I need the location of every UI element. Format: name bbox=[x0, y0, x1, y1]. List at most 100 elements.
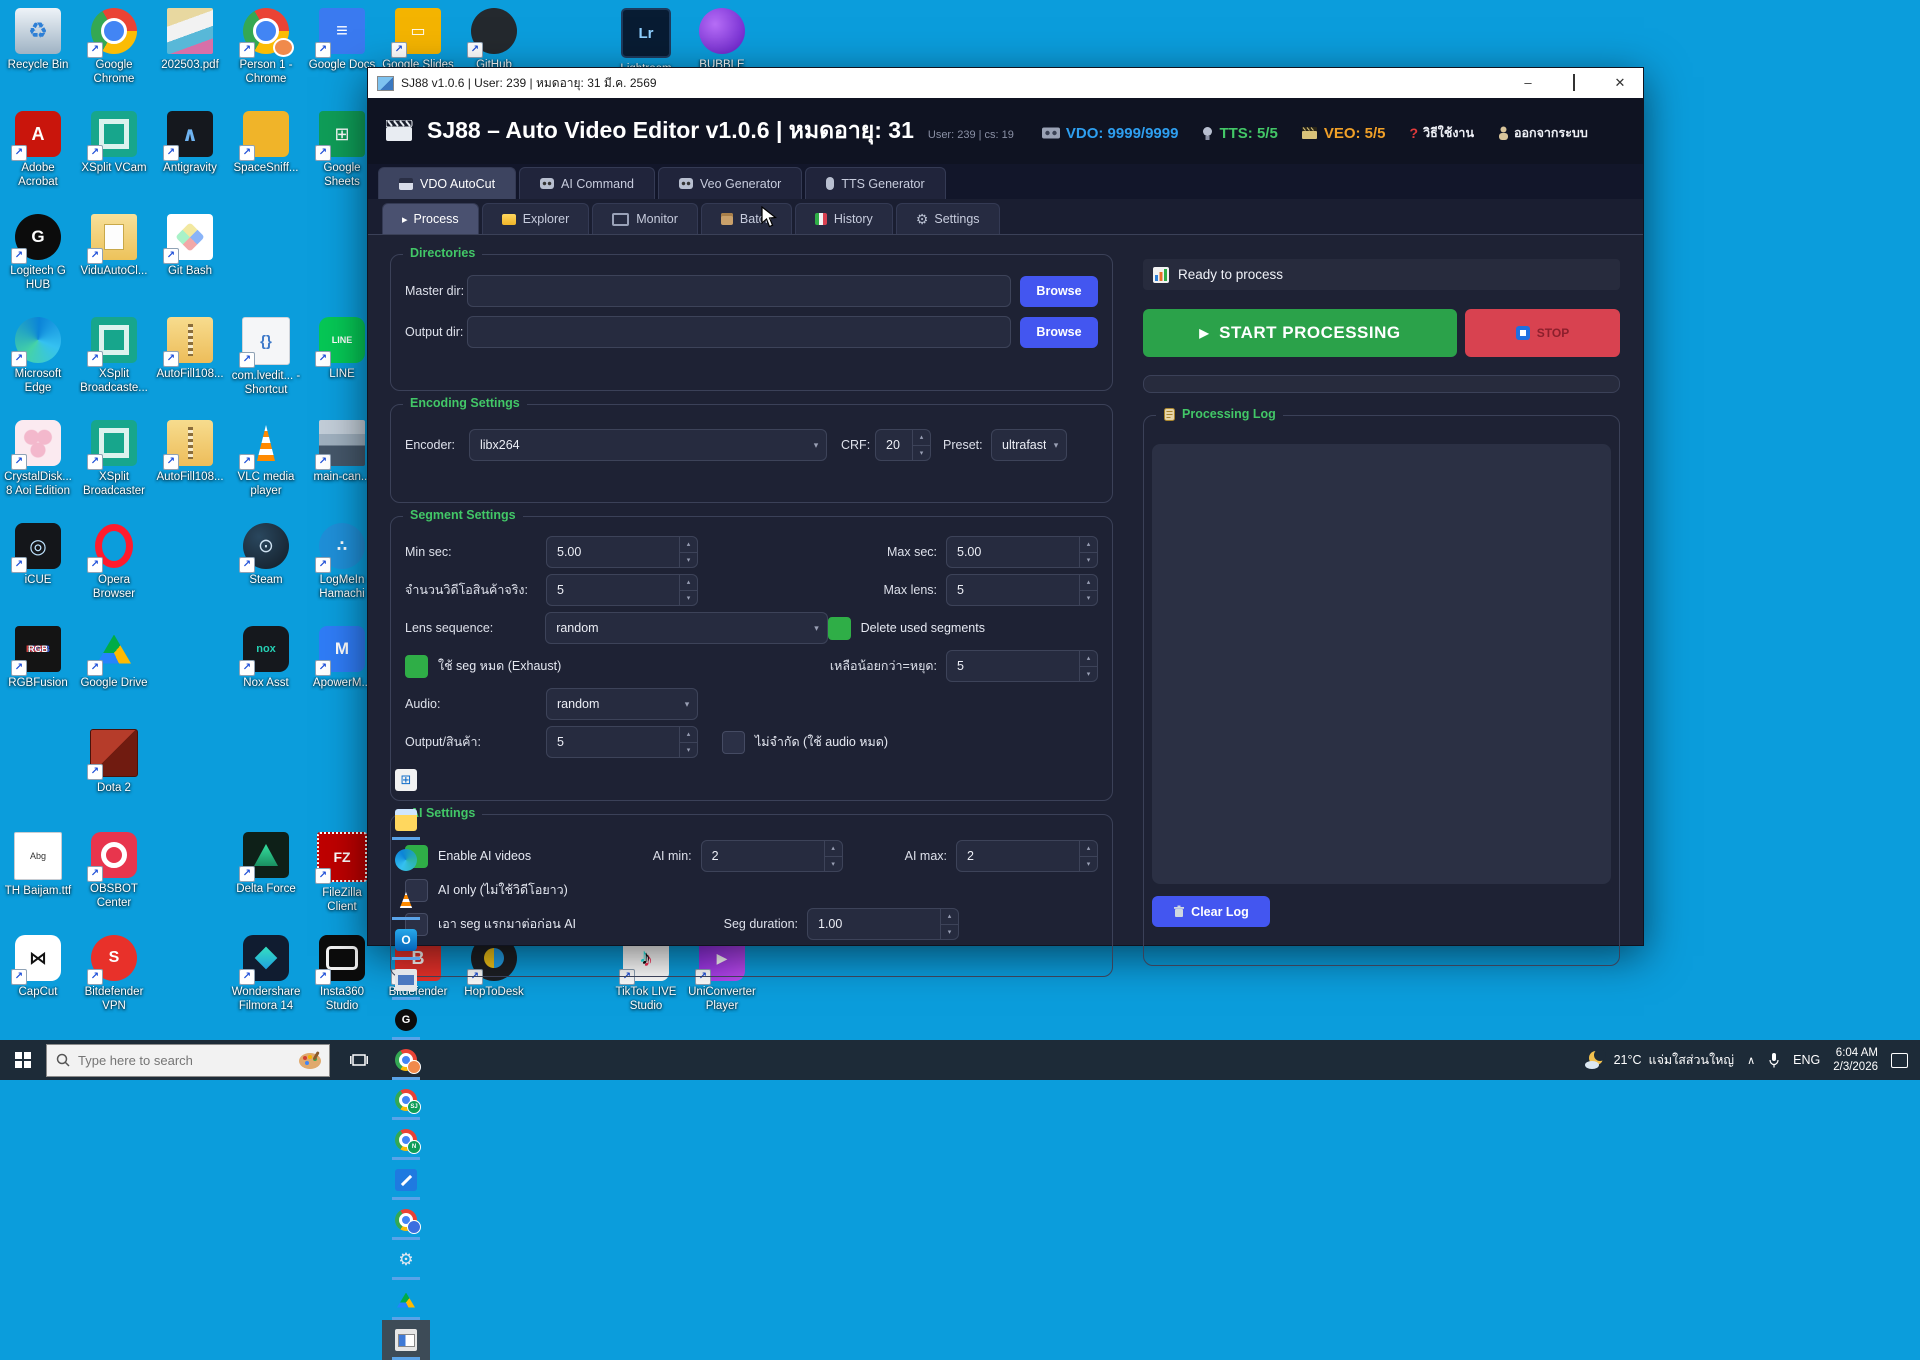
browse-master-button[interactable]: Browse bbox=[1020, 276, 1098, 307]
desktop-icon-recycle-bin[interactable]: ♻Recycle Bin bbox=[2, 8, 74, 73]
ai-min-spinner[interactable]: 2▴▾ bbox=[701, 840, 843, 872]
maximize-button[interactable] bbox=[1551, 68, 1597, 98]
output-count-spinner[interactable]: 5▴▾ bbox=[546, 726, 698, 758]
spin-down[interactable]: ▾ bbox=[913, 446, 930, 461]
desktop-icon-bitdefender-vpn[interactable]: S↗Bitdefender VPN bbox=[78, 935, 150, 1013]
stop-button[interactable]: STOP bbox=[1465, 309, 1620, 357]
tab-explorer[interactable]: Explorer bbox=[482, 203, 590, 234]
taskbar-icon-vlc[interactable] bbox=[382, 880, 430, 920]
tab-veo-generator[interactable]: Veo Generator bbox=[658, 167, 802, 199]
exhaust-checkbox[interactable] bbox=[405, 655, 428, 678]
taskbar-icon-chrome-2[interactable] bbox=[382, 1200, 430, 1240]
tray-chevron-icon[interactable]: ∧ bbox=[1747, 1054, 1755, 1067]
tab-tts-generator[interactable]: TTS Generator bbox=[805, 167, 945, 199]
unlimited-checkbox[interactable] bbox=[722, 731, 745, 754]
tab-vdo-autocut[interactable]: VDO AutoCut bbox=[378, 167, 516, 199]
desktop-icon-adobe-acrobat[interactable]: A↗Adobe Acrobat bbox=[2, 111, 74, 189]
ai-max-spinner[interactable]: 2▴▾ bbox=[956, 840, 1098, 872]
desktop-icon-person-1-chrome[interactable]: ↗Person 1 - Chrome bbox=[230, 8, 302, 86]
desktop-icon-antigravity[interactable]: ∧↗Antigravity bbox=[154, 111, 226, 176]
desktop-icon-steam[interactable]: ⊙↗Steam bbox=[230, 523, 302, 588]
desktop-icon-xsplit-vcam[interactable]: ↗XSplit VCam bbox=[78, 111, 150, 176]
master-dir-input[interactable] bbox=[467, 275, 1011, 307]
audio-select[interactable]: random▾ bbox=[546, 688, 698, 720]
desktop-icon-github[interactable]: ↗GitHub bbox=[458, 8, 530, 73]
taskbar-icon-chrome-n[interactable]: N bbox=[382, 1120, 430, 1160]
desktop-icon-vlc-media-player[interactable]: ↗VLC media player bbox=[230, 420, 302, 498]
taskbar-icon-xsplit[interactable] bbox=[382, 1160, 430, 1200]
desktop-icon-opera-browser[interactable]: ↗Opera Browser bbox=[78, 523, 150, 601]
search-input[interactable] bbox=[70, 1052, 297, 1069]
desktop-icon-insta360-studio[interactable]: ↗Insta360 Studio bbox=[306, 935, 378, 1013]
start-button[interactable] bbox=[0, 1040, 46, 1080]
desktop-icon-git-bash[interactable]: ↗Git Bash bbox=[154, 214, 226, 279]
desktop-icon-logitech-g-hub[interactable]: G↗Logitech G HUB bbox=[2, 214, 74, 292]
desktop-icon-bubble[interactable]: BUBBLE bbox=[686, 8, 758, 73]
lens-sequence-select[interactable]: random▾ bbox=[545, 612, 827, 644]
taskbar-icon-active-window[interactable] bbox=[382, 1320, 430, 1360]
max-sec-spinner[interactable]: 5.00▴▾ bbox=[946, 536, 1098, 568]
desktop-icon-crystaldisk-8-aoi-edition[interactable]: ↗CrystalDisk... 8 Aoi Edition bbox=[2, 420, 74, 498]
language-indicator[interactable]: ENG bbox=[1793, 1053, 1820, 1067]
tab-ai-command[interactable]: AI Command bbox=[519, 167, 655, 199]
desktop-icon-com-lvedit-shortcut[interactable]: {}↗com.lvedit... - Shortcut bbox=[230, 317, 302, 397]
tab-batch[interactable]: Batch bbox=[701, 203, 792, 234]
desktop-icon-google-drive[interactable]: ↗Google Drive bbox=[78, 626, 150, 691]
output-dir-input[interactable] bbox=[467, 316, 1011, 348]
taskbar-icon-settings-gear[interactable]: ⚙ bbox=[382, 1240, 430, 1280]
desktop-icon-obsbot-center[interactable]: ↗OBSBOT Center bbox=[78, 832, 150, 910]
desktop-icon-th-baijam-ttf[interactable]: AbgTH Baijam.ttf bbox=[2, 832, 74, 899]
encoder-select[interactable]: libx264▾ bbox=[469, 429, 827, 461]
max-lens-spinner[interactable]: 5▴▾ bbox=[946, 574, 1098, 606]
real-count-spinner[interactable]: 5▴▾ bbox=[546, 574, 698, 606]
notification-icon[interactable] bbox=[1891, 1053, 1908, 1068]
taskbar-search[interactable] bbox=[46, 1044, 330, 1077]
task-view-button[interactable] bbox=[336, 1040, 382, 1080]
tab-settings[interactable]: ⚙Settings bbox=[896, 203, 1000, 234]
taskbar-icon-store[interactable]: ⊞ bbox=[382, 760, 430, 800]
desktop-icon-capcut[interactable]: ⋈↗CapCut bbox=[2, 935, 74, 1000]
desktop-icon-rgbfusion[interactable]: RGB↗RGBFusion bbox=[2, 626, 74, 691]
tab-monitor[interactable]: Monitor bbox=[592, 203, 698, 234]
taskbar-icon-monitor-app[interactable] bbox=[382, 960, 430, 1000]
desktop-icon-xsplit-broadcaste[interactable]: ↗XSplit Broadcaste... bbox=[78, 317, 150, 395]
weather-widget[interactable]: 21°C แจ่มใสส่วนใหญ่ bbox=[1583, 1050, 1734, 1070]
taskbar-icon-chrome-sj[interactable]: SJ bbox=[382, 1080, 430, 1120]
taskbar-icon-file-explorer[interactable] bbox=[382, 800, 430, 840]
desktop-icon-google-slides[interactable]: ▭↗Google Slides bbox=[382, 8, 454, 73]
desktop-icon-wondershare-filmora-14[interactable]: ↗Wondershare Filmora 14 bbox=[230, 935, 302, 1013]
desktop-icon-delta-force[interactable]: ↗Delta Force bbox=[230, 832, 302, 897]
min-sec-spinner[interactable]: 5.00▴▾ bbox=[546, 536, 698, 568]
taskbar-icon-google-drive[interactable] bbox=[382, 1280, 430, 1320]
browse-output-button[interactable]: Browse bbox=[1020, 317, 1098, 348]
desktop-icon-icue[interactable]: ◎↗iCUE bbox=[2, 523, 74, 588]
desktop-icon-xsplit-broadcaster[interactable]: ↗XSplit Broadcaster bbox=[78, 420, 150, 498]
help-link[interactable]: ? วิธีใช้งาน bbox=[1410, 123, 1474, 143]
tab-history[interactable]: History bbox=[795, 203, 893, 234]
taskbar-icon-edge[interactable] bbox=[382, 840, 430, 880]
window-titlebar[interactable]: SJ88 v1.0.6 | User: 239 | หมดอายุ: 31 มี… bbox=[368, 68, 1643, 98]
minimize-button[interactable]: – bbox=[1505, 68, 1551, 98]
clear-log-button[interactable]: Clear Log bbox=[1152, 896, 1270, 927]
desktop-icon-google-docs[interactable]: ≡↗Google Docs bbox=[306, 8, 378, 73]
desktop-icon-202503-pdf[interactable]: 202503.pdf bbox=[154, 8, 226, 73]
taskbar-icon-chrome-person[interactable] bbox=[382, 1040, 430, 1080]
logout-link[interactable]: ออกจากระบบ bbox=[1498, 123, 1588, 143]
start-processing-button[interactable]: ▶ START PROCESSING bbox=[1143, 309, 1457, 357]
desktop-icon-autofill108[interactable]: ↗AutoFill108... bbox=[154, 420, 226, 485]
crf-spinner[interactable]: 20▴▾ bbox=[875, 429, 931, 461]
log-output[interactable] bbox=[1152, 444, 1611, 884]
preset-select[interactable]: ultrafast▾ bbox=[991, 429, 1067, 461]
taskbar-icon-logitech-g[interactable]: G bbox=[382, 1000, 430, 1040]
desktop-icon-dota-2[interactable]: ↗Dota 2 bbox=[78, 729, 150, 796]
desktop-icon-google-chrome[interactable]: ↗Google Chrome bbox=[78, 8, 150, 86]
close-button[interactable]: ✕ bbox=[1597, 68, 1643, 98]
desktop-icon-nox-asst[interactable]: nox↗Nox Asst bbox=[230, 626, 302, 691]
spin-up[interactable]: ▴ bbox=[913, 430, 930, 446]
taskbar-icon-outlook[interactable]: O bbox=[382, 920, 430, 960]
clock[interactable]: 6:04 AM 2/3/2026 bbox=[1833, 1046, 1878, 1075]
desktop-icon-autofill108[interactable]: ↗AutoFill108... bbox=[154, 317, 226, 382]
remain-stop-spinner[interactable]: 5▴▾ bbox=[946, 650, 1098, 682]
desktop-icon-viduautocl[interactable]: ↗ViduAutoCl... bbox=[78, 214, 150, 279]
desktop-icon-spacesniff[interactable]: ↗SpaceSniff... bbox=[230, 111, 302, 176]
